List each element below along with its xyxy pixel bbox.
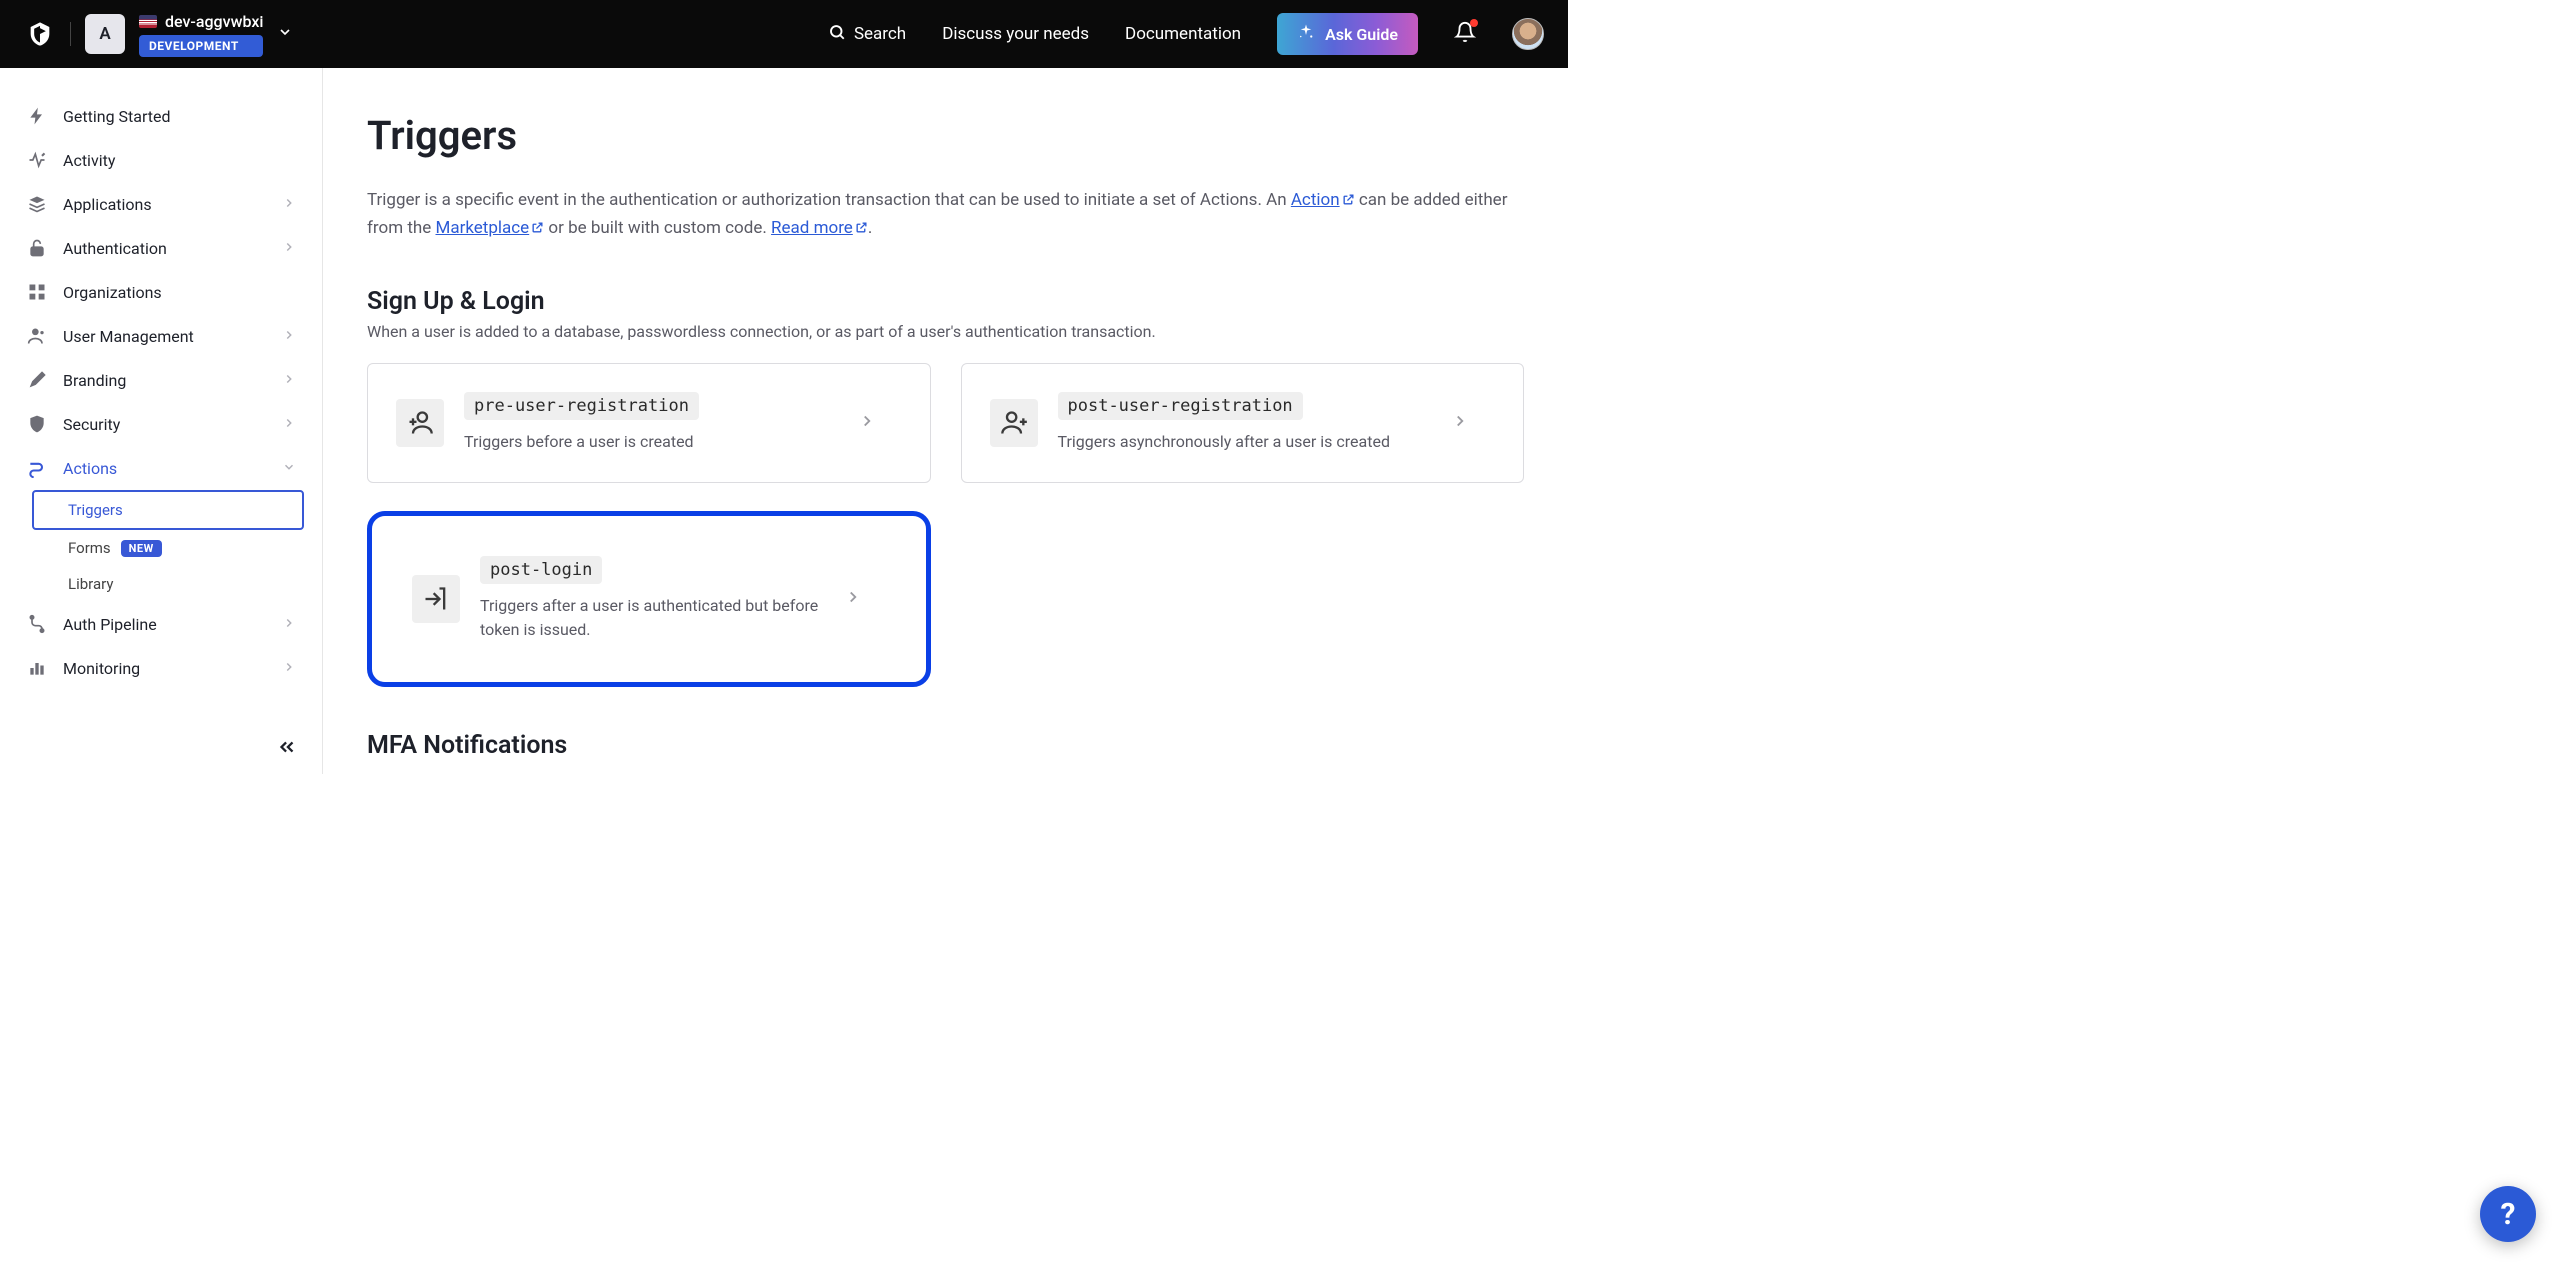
- chevron-right-icon: [858, 412, 876, 434]
- header-divider: [70, 22, 71, 46]
- trigger-card-post-login[interactable]: post-login Triggers after a user is auth…: [367, 511, 931, 687]
- tenant-badge[interactable]: A: [85, 14, 125, 54]
- flow-icon: [26, 457, 48, 479]
- chevron-right-icon: [282, 371, 296, 390]
- sidebar-subitem-label: Library: [68, 575, 113, 593]
- trigger-desc: Triggers asynchronously after a user is …: [1058, 430, 1432, 454]
- external-link-icon: [531, 216, 544, 243]
- sidebar-item-auth-pipeline[interactable]: Auth Pipeline: [18, 602, 304, 646]
- sidebar-item-label: Branding: [63, 371, 126, 390]
- sidebar-item-security[interactable]: Security: [18, 402, 304, 446]
- user-icon: [26, 325, 48, 347]
- user-plus-icon: [396, 399, 444, 447]
- main-content: Triggers Trigger is a specific event in …: [323, 68, 1568, 774]
- sidebar-subitem-library[interactable]: Library: [56, 566, 304, 602]
- action-link[interactable]: Action: [1291, 190, 1355, 210]
- sidebar-item-user-management[interactable]: User Management: [18, 314, 304, 358]
- ask-guide-button[interactable]: Ask Guide: [1277, 13, 1418, 55]
- new-badge: NEW: [121, 540, 162, 557]
- lock-icon: [26, 237, 48, 259]
- sparkle-icon: [1297, 23, 1315, 45]
- external-link-icon: [855, 216, 868, 243]
- discuss-link[interactable]: Discuss your needs: [942, 24, 1089, 44]
- sidebar-item-applications[interactable]: Applications: [18, 182, 304, 226]
- sidebar-item-label: Getting Started: [63, 107, 171, 126]
- help-fab-button[interactable]: ?: [2480, 1186, 2536, 1242]
- sidebar-item-label: Actions: [63, 459, 117, 478]
- sidebar-item-label: Activity: [63, 151, 115, 170]
- user-plus-icon: [990, 399, 1038, 447]
- sidebar-item-label: Applications: [63, 195, 152, 214]
- chevron-right-icon: [1451, 412, 1469, 434]
- sidebar-item-label: Security: [63, 415, 120, 434]
- actions-submenu: Triggers Forms NEW Library: [18, 490, 304, 602]
- section-subtitle: When a user is added to a database, pass…: [367, 322, 1524, 341]
- chevron-right-icon: [282, 195, 296, 214]
- bar-chart-icon: [26, 657, 48, 679]
- sidebar-item-label: Auth Pipeline: [63, 615, 157, 634]
- sidebar-item-label: Organizations: [63, 283, 162, 302]
- us-flag-icon: [139, 15, 157, 28]
- external-link-icon: [1342, 188, 1355, 215]
- sidebar-item-activity[interactable]: Activity: [18, 138, 304, 182]
- sidebar-subitem-label: Forms: [68, 539, 111, 557]
- trigger-name-tag: post-login: [480, 556, 602, 584]
- env-badge: DEVELOPMENT: [139, 35, 263, 57]
- chevron-right-icon: [282, 239, 296, 258]
- trigger-name-tag: pre-user-registration: [464, 392, 699, 420]
- shield-icon: [26, 413, 48, 435]
- user-avatar[interactable]: [1512, 18, 1544, 50]
- sidebar-item-label: User Management: [63, 327, 194, 346]
- section-title-mfa: MFA Notifications: [367, 731, 1524, 760]
- marketplace-link[interactable]: Marketplace: [435, 218, 544, 238]
- page-title: Triggers: [367, 112, 1524, 159]
- read-more-link[interactable]: Read more: [771, 218, 868, 238]
- chevron-right-icon: [282, 659, 296, 678]
- grid-icon: [26, 281, 48, 303]
- login-arrow-icon: [412, 575, 460, 623]
- chevron-right-icon: [282, 415, 296, 434]
- section-title-signup-login: Sign Up & Login: [367, 287, 1524, 316]
- sidebar-item-authentication[interactable]: Authentication: [18, 226, 304, 270]
- tenant-info[interactable]: dev-aggvwbxi DEVELOPMENT: [139, 12, 263, 57]
- activity-icon: [26, 149, 48, 171]
- brand-logo[interactable]: [24, 18, 56, 50]
- tenant-chevron-down-icon[interactable]: [277, 24, 293, 44]
- chevron-right-icon: [844, 588, 862, 610]
- sidebar-subitem-forms[interactable]: Forms NEW: [56, 530, 304, 566]
- sidebar-item-label: Authentication: [63, 239, 167, 258]
- sidebar-subitem-triggers[interactable]: Triggers: [32, 490, 304, 530]
- sidebar-item-monitoring[interactable]: Monitoring: [18, 646, 304, 690]
- ask-guide-label: Ask Guide: [1325, 25, 1398, 44]
- sidebar-item-getting-started[interactable]: Getting Started: [18, 94, 304, 138]
- trigger-card-pre-user-registration[interactable]: pre-user-registration Triggers before a …: [367, 363, 931, 483]
- trigger-desc: Triggers after a user is authenticated b…: [480, 594, 824, 642]
- brush-icon: [26, 369, 48, 391]
- chevron-right-icon: [282, 327, 296, 346]
- trigger-card-post-user-registration[interactable]: post-user-registration Triggers asynchro…: [961, 363, 1525, 483]
- documentation-link[interactable]: Documentation: [1125, 24, 1241, 44]
- sidebar-item-actions[interactable]: Actions: [18, 446, 304, 490]
- notifications-button[interactable]: [1454, 21, 1476, 47]
- pipeline-icon: [26, 613, 48, 635]
- chevron-down-icon: [282, 459, 296, 478]
- sidebar-subitem-label: Triggers: [68, 501, 123, 519]
- page-description: Trigger is a specific event in the authe…: [367, 187, 1524, 243]
- sidebar-item-organizations[interactable]: Organizations: [18, 270, 304, 314]
- layers-icon: [26, 193, 48, 215]
- trigger-name-tag: post-user-registration: [1058, 392, 1303, 420]
- search-icon: [828, 23, 846, 46]
- search-button[interactable]: Search: [828, 23, 906, 46]
- trigger-desc: Triggers before a user is created: [464, 430, 838, 454]
- collapse-sidebar-button[interactable]: [276, 736, 300, 760]
- bolt-icon: [26, 105, 48, 127]
- chevron-right-icon: [282, 615, 296, 634]
- sidebar-item-label: Monitoring: [63, 659, 140, 678]
- notification-dot-icon: [1470, 19, 1478, 27]
- top-header: A dev-aggvwbxi DEVELOPMENT Search Discus…: [0, 0, 1568, 68]
- search-label: Search: [854, 24, 906, 44]
- sidebar: Getting Started Activity Applications Au…: [0, 68, 323, 774]
- sidebar-item-branding[interactable]: Branding: [18, 358, 304, 402]
- tenant-name: dev-aggvwbxi: [165, 12, 263, 31]
